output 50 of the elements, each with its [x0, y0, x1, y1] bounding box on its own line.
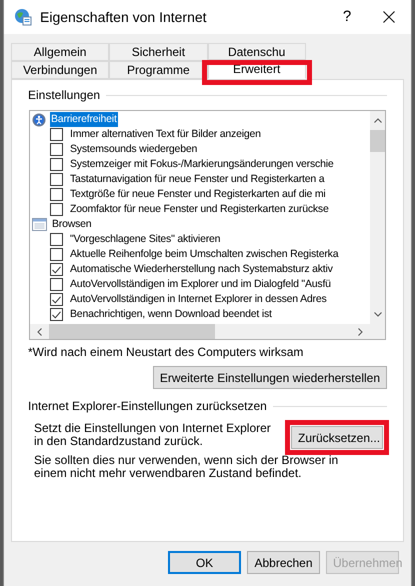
- tab[interactable]: Allgemein: [11, 43, 110, 61]
- checkbox[interactable]: [50, 233, 63, 246]
- window-title: Eigenschaften von Internet: [40, 8, 208, 27]
- category-label[interactable]: Barrierefreiheit: [50, 112, 118, 127]
- window-icon: [32, 218, 47, 231]
- globe-icon: [14, 8, 32, 26]
- checkbox-label: AutoVervollständigen in Internet Explorer in dessen Adres: [70, 292, 327, 307]
- checkbox[interactable]: [50, 293, 63, 306]
- checkbox[interactable]: [50, 143, 63, 156]
- restore-button[interactable]: Erweiterte Einstellungen wiederherstellen: [152, 366, 387, 389]
- checkbox[interactable]: [50, 158, 63, 171]
- close-icon: [383, 11, 395, 23]
- vertical-scrollbar[interactable]: [370, 111, 385, 324]
- accessibility-icon: [32, 112, 46, 126]
- checkbox-label: "Vorgeschlagene Sites" aktivieren: [70, 232, 220, 247]
- checkbox-label: Textgröße für neue Fenster und Registerkarten auf die mi: [70, 186, 326, 202]
- reset-button[interactable]: Zurücksetzen...: [291, 426, 383, 449]
- checkbox[interactable]: [50, 173, 63, 186]
- checkbox-label: Tastaturnavigation für neue Fenster und Registerkarten a: [70, 172, 324, 187]
- checkbox-label: Systemzeiger mit Fokus-/Markierungsänderungen verschie: [70, 156, 334, 172]
- group-title: Einstellungen: [28, 87, 100, 104]
- dialog-button[interactable]: Abbrechen: [247, 551, 320, 574]
- checkbox[interactable]: [50, 263, 63, 276]
- checkbox-label: Benachrichtigen, wenn Download beendet ist: [70, 306, 272, 322]
- checkbox-label: Zoomfaktor für neue Fenster und Registerkarten zurückse: [70, 202, 329, 217]
- category-label[interactable]: Browsen: [51, 217, 92, 232]
- reset-description: Setzt die Einstellungen von Internet Explorer in den Standardzustand zurück.: [34, 422, 272, 449]
- checkbox-label: Automatische Wiederherstellung nach Systemabsturz aktiv: [70, 262, 333, 277]
- checkbox[interactable]: [50, 248, 63, 261]
- checkbox[interactable]: [50, 278, 63, 291]
- checkbox-label: AutoVervollständigen im Explorer und im Dialogfeld "Ausfü: [70, 276, 331, 292]
- reset-warning: Sie sollten dies nur verwenden, wenn sich der Browser in einem nicht mehr verwendbaren Zustand befindet.: [33, 454, 340, 480]
- tab[interactable]: Programme: [109, 61, 208, 79]
- checkbox[interactable]: [50, 188, 63, 201]
- tab[interactable]: Verbindungen: [11, 61, 110, 79]
- restart-note: *Wird nach einem Neustart des Computers wirksam: [28, 344, 304, 361]
- checkbox-label: Aktuelle Reihenfolge beim Umschalten zwischen Registerka: [70, 246, 338, 262]
- checkbox[interactable]: [50, 308, 63, 321]
- checkbox[interactable]: [50, 203, 63, 216]
- help-button[interactable]: ?: [327, 6, 367, 28]
- horizontal-scrollbar[interactable]: [30, 324, 385, 339]
- checkbox[interactable]: [50, 128, 63, 141]
- checkbox-label: Systemsounds wiedergeben: [70, 142, 198, 157]
- scrollbar-thumb[interactable]: [49, 324, 215, 339]
- checkbox-label: Immer alternativen Text für Bilder anzeigen: [70, 126, 261, 142]
- dialog-button[interactable]: OK: [168, 551, 241, 574]
- check-icon: [52, 266, 61, 274]
- group-title: Internet Explorer-Einstellungen zurücksetzen: [28, 398, 267, 415]
- tab[interactable]: Sicherheit: [109, 43, 208, 61]
- scrollbar-thumb[interactable]: [370, 130, 385, 152]
